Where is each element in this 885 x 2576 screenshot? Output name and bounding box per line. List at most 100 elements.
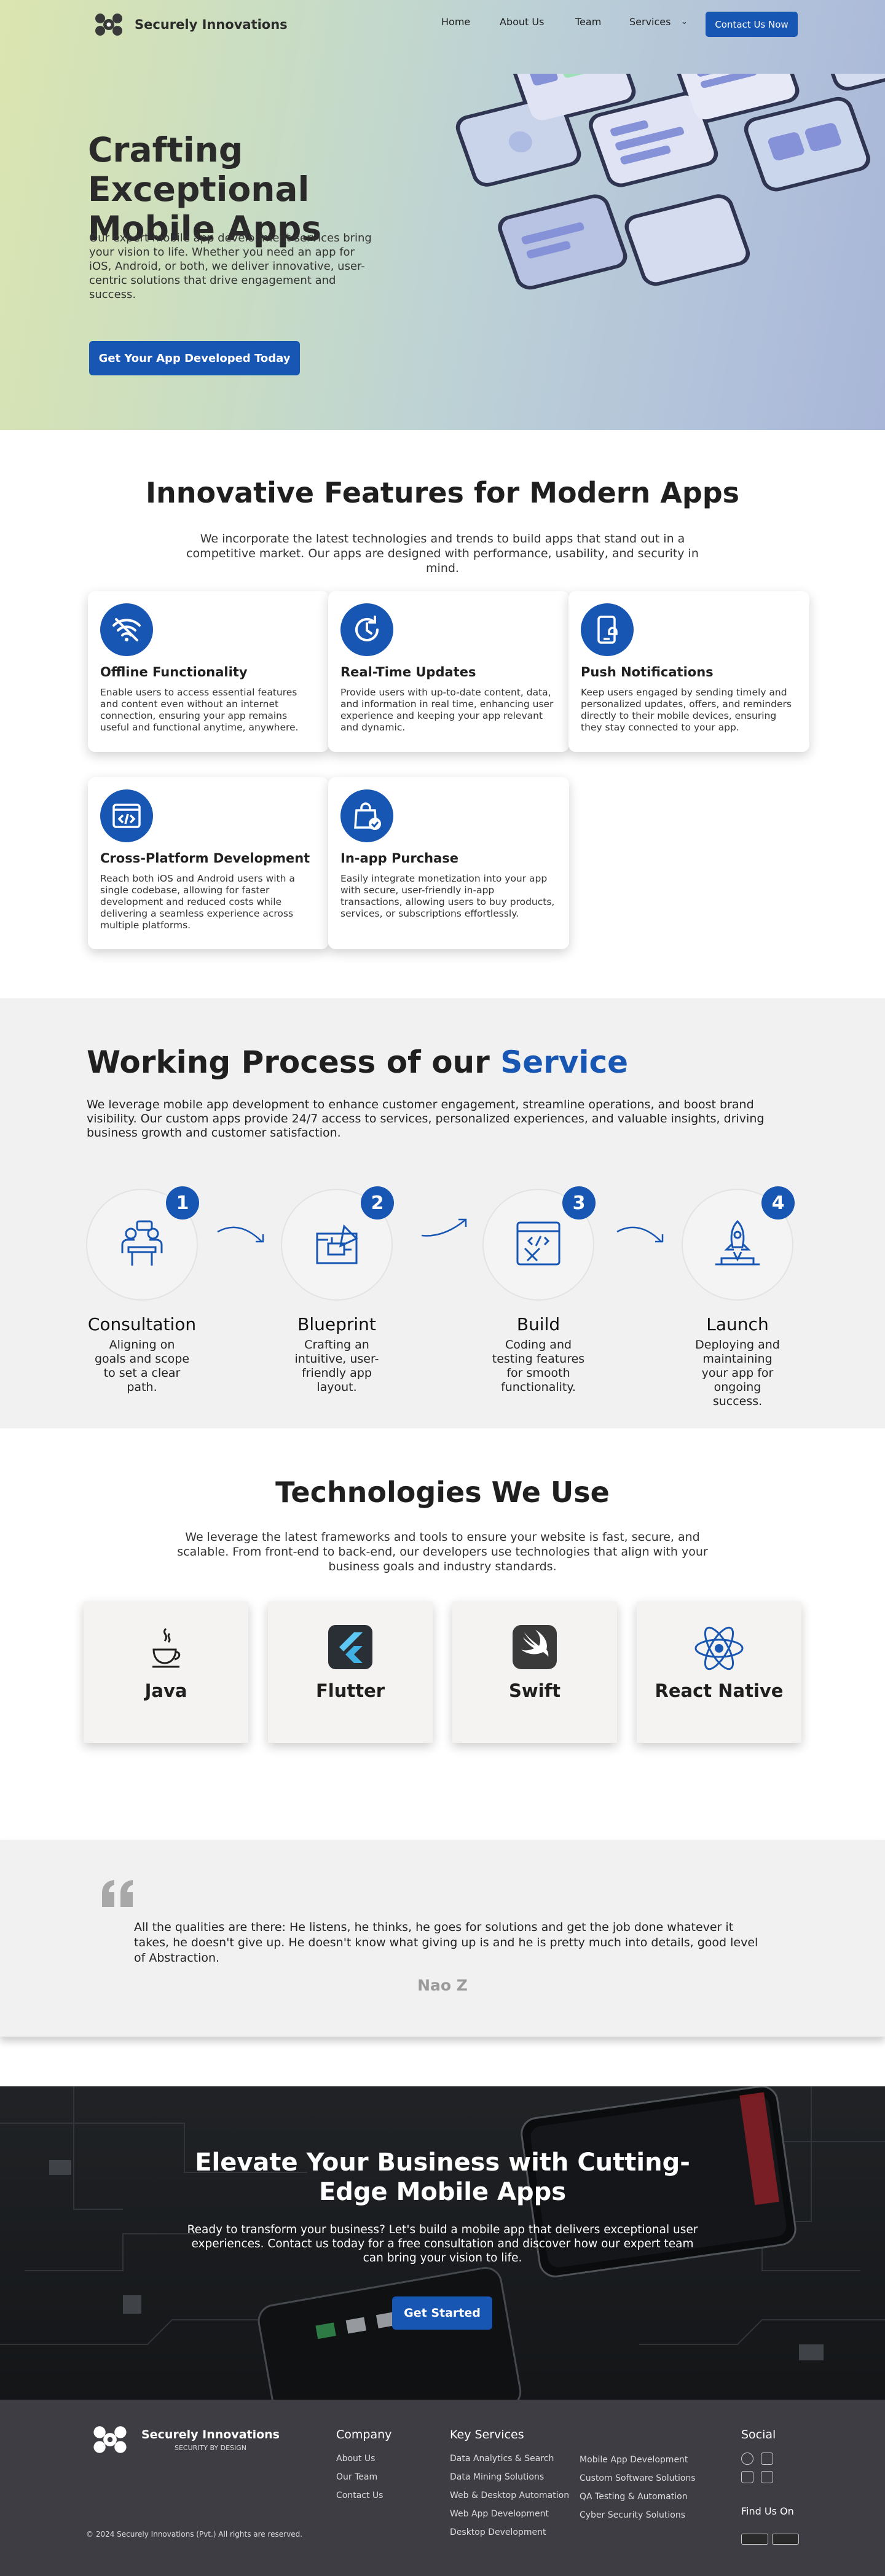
feature-text: Enable users to access essential feature…: [100, 687, 299, 733]
step-number: 3: [562, 1186, 596, 1219]
youtube-icon[interactable]: [741, 2471, 753, 2483]
step-circle: 1: [86, 1186, 199, 1301]
facebook-icon[interactable]: [741, 2453, 753, 2465]
process-title-accent: Service: [500, 1044, 629, 1080]
contact-us-button[interactable]: Contact Us Now: [706, 12, 798, 37]
footer-link[interactable]: Desktop Development: [450, 2527, 546, 2537]
process-step: 1 Consultation Aligning on goals and sco…: [68, 1186, 216, 1395]
blueprint-icon: [316, 1224, 358, 1264]
arrow-right-icon: [217, 1226, 264, 1243]
hero-text: Our expert mobile app development servic…: [89, 232, 372, 301]
feature-title: Offline Functionality: [100, 665, 248, 679]
wifi-off-icon: [100, 603, 153, 656]
footer-link[interactable]: Web & Desktop Automation: [450, 2491, 569, 2500]
features-subtitle: We incorporate the latest technologies a…: [186, 532, 699, 575]
brand-logo[interactable]: Securely Innovations: [89, 10, 288, 39]
footer-brand: Securely Innovations: [141, 2427, 280, 2441]
testimonial-author: Nao Z: [417, 1976, 468, 1994]
find-us-label: Find Us On: [741, 2505, 794, 2517]
chevron-down-icon[interactable]: ⌄: [681, 17, 688, 26]
step-circle: 2: [281, 1186, 394, 1301]
logo-icon: [93, 2426, 127, 2453]
footer-link[interactable]: Our Team: [336, 2472, 377, 2482]
tech-name: React Native: [655, 1680, 784, 1701]
nav-home[interactable]: Home: [441, 16, 470, 28]
linkedin-icon[interactable]: [761, 2453, 773, 2465]
refresh-clock-icon: [340, 603, 393, 656]
step-text: Coding and testing features for smooth f…: [492, 1338, 585, 1394]
step-title: Blueprint: [297, 1314, 376, 1334]
feature-text: Easily integrate monetization into your …: [340, 873, 555, 919]
tech-card-swift: Swift: [452, 1602, 617, 1743]
swift-icon: [452, 1625, 617, 1672]
process-step: 2 Blueprint Crafting an intuitive, user-…: [263, 1186, 411, 1395]
step-number: 4: [761, 1186, 795, 1219]
footer-link[interactable]: Contact Us: [336, 2491, 383, 2500]
step-text: Crafting an intuitive, user-friendly app…: [294, 1338, 379, 1394]
feature-text: Provide users with up-to-date content, d…: [340, 687, 554, 733]
get-started-button[interactable]: Get Started: [392, 2296, 492, 2330]
store-badge-icon[interactable]: [741, 2534, 768, 2545]
tech-card-flutter: Flutter: [268, 1602, 433, 1743]
footer-logo[interactable]: Securely Innovations SECURITY BY DESIGN: [86, 2422, 280, 2457]
step-circle: 3: [482, 1186, 596, 1301]
step-title: Build: [516, 1314, 560, 1334]
step-number: 1: [166, 1186, 199, 1219]
step-text: Aligning on goals and scope to set a cle…: [94, 1338, 190, 1394]
tech-name: Flutter: [315, 1680, 385, 1701]
testimonial-section: All the qualities are there: He listens,…: [0, 1840, 885, 2037]
feature-text: Reach both iOS and Android users with a …: [100, 873, 295, 931]
instagram-icon[interactable]: [761, 2471, 773, 2483]
footer-services-title: Key Services: [450, 2428, 524, 2441]
feature-title: In-app Purchase: [340, 851, 459, 866]
consultation-icon: [121, 1220, 163, 1266]
phones-illustration: [455, 74, 885, 290]
hero-section: Securely Innovations Home About Us Team …: [0, 0, 885, 430]
feature-title: Push Notifications: [581, 665, 714, 679]
footer-link[interactable]: Data Mining Solutions: [450, 2472, 544, 2482]
flutter-icon: [268, 1625, 433, 1672]
tech-title: Technologies We Use: [275, 1476, 610, 1509]
footer-link[interactable]: About Us: [336, 2454, 375, 2464]
step-number: 2: [361, 1186, 394, 1219]
footer-link[interactable]: Custom Software Solutions: [580, 2473, 696, 2483]
footer-link[interactable]: Data Analytics & Search: [450, 2454, 554, 2464]
feature-card: Offline Functionality Enable users to ac…: [88, 591, 329, 752]
tech-name: Swift: [508, 1680, 561, 1701]
feature-card: In-app Purchase Easily integrate monetiz…: [328, 777, 569, 949]
feature-card: Real-Time Updates Provide users with up-…: [328, 591, 569, 752]
java-icon: [84, 1625, 248, 1672]
process-text: We leverage mobile app development to en…: [87, 1098, 765, 1140]
react-icon: [637, 1625, 801, 1672]
mobile-bell-icon: [581, 603, 634, 656]
step-title: Consultation: [87, 1314, 197, 1334]
nav-about[interactable]: About Us: [500, 16, 544, 28]
cta-section: Elevate Your Business with Cutting-Edge …: [0, 2086, 885, 2400]
footer-company-title: Company: [336, 2428, 392, 2441]
footer-social-title: Social: [741, 2428, 776, 2441]
footer: Securely Innovations SECURITY BY DESIGN …: [0, 2400, 885, 2576]
footer-tagline: SECURITY BY DESIGN: [174, 2443, 247, 2452]
arrow-right-icon: [421, 1218, 467, 1237]
footer-link[interactable]: Cyber Security Solutions: [580, 2510, 685, 2520]
nav-team[interactable]: Team: [575, 16, 601, 28]
tech-name: Java: [144, 1680, 187, 1701]
nav-services[interactable]: Services: [629, 16, 671, 28]
store-badge-icon[interactable]: [772, 2534, 799, 2545]
page: Securely Innovations Home About Us Team …: [0, 0, 885, 2576]
process-step: 3 Build Coding and testing features for …: [465, 1186, 612, 1395]
logo-icon: [95, 14, 122, 36]
shopping-bag-check-icon: [340, 789, 393, 842]
process-section: Working Process of our Service We levera…: [0, 998, 885, 1428]
build-tools-icon: [516, 1221, 560, 1266]
feature-card: Cross-Platform Development Reach both iO…: [88, 777, 329, 949]
hero-cta-button[interactable]: Get Your App Developed Today: [89, 341, 300, 375]
step-circle: 4: [682, 1186, 795, 1301]
arrow-right-icon: [616, 1226, 664, 1243]
code-window-icon: [100, 789, 153, 842]
footer-link[interactable]: QA Testing & Automation: [580, 2492, 688, 2502]
step-text: Deploying and maintaining your app for o…: [695, 1338, 780, 1408]
footer-link[interactable]: Mobile App Development: [580, 2455, 688, 2465]
footer-link[interactable]: Web App Development: [450, 2509, 549, 2519]
feature-card: Push Notifications Keep users engaged by…: [568, 591, 809, 752]
